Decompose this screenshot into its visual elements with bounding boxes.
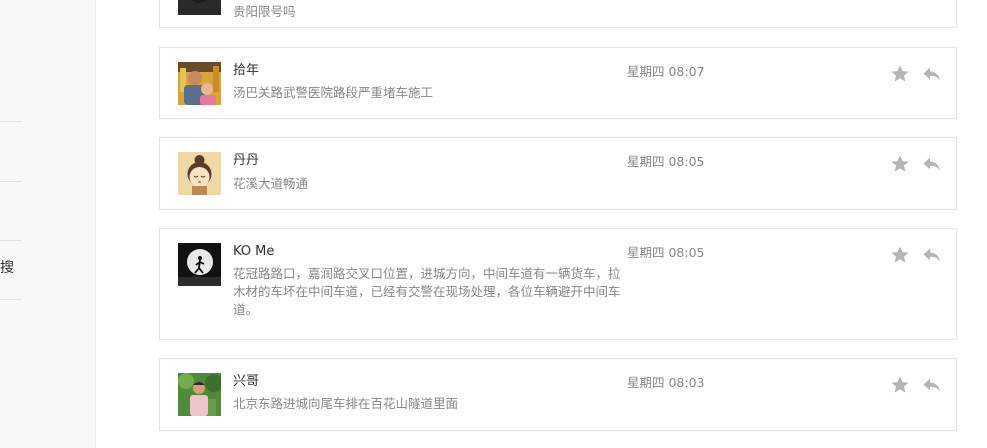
sidebar-divider [0,299,22,300]
message-time: 星期四 08:03 [627,375,705,390]
reply-icon[interactable] [922,375,942,395]
reply-icon[interactable] [922,64,942,84]
avatar[interactable] [178,0,221,15]
star-icon[interactable] [890,154,910,174]
reply-icon[interactable] [922,245,942,265]
sidebar-item-search[interactable]: 搜 [0,258,14,278]
avatar[interactable] [178,243,221,286]
sidebar-divider [0,121,22,122]
message-text: 花溪大道畅通 [233,176,309,191]
message-text: 北京东路进城向尾车排在百花山隧道里面 [233,396,459,411]
message-card: KO Me 花冠路路口，嘉润路交叉口位置，进城方向，中间车道有一辆货车，拉木材的… [159,228,957,340]
star-icon[interactable] [890,375,910,395]
message-text: 贵阳限号吗 [233,4,296,19]
sender-name[interactable]: 丹丹 [233,152,259,170]
message-time: 星期四 08:05 [627,245,705,260]
message-text: 花冠路路口，嘉润路交叉口位置，进城方向，中间车道有一辆货车，拉木材的车坏在中间车… [233,266,621,317]
avatar[interactable] [178,373,221,416]
message-card: 贵阳限号吗 [159,0,957,28]
message-time: 星期四 08:05 [627,154,705,169]
star-icon[interactable] [890,64,910,84]
message-card: 拾年 汤巴关路武警医院路段严重堵车施工 星期四 08:07 [159,47,957,119]
sidebar: 搜 [0,0,96,448]
sender-name[interactable]: KO Me [233,243,274,261]
star-icon[interactable] [890,245,910,265]
avatar[interactable] [178,62,221,105]
sidebar-divider [0,240,22,241]
sender-name[interactable]: 兴哥 [233,373,259,391]
message-card: 丹丹 花溪大道畅通 星期四 08:05 [159,137,957,210]
message-time: 星期四 08:07 [627,64,705,79]
sender-name[interactable]: 拾年 [233,62,259,80]
message-card: 兴哥 北京东路进城向尾车排在百花山隧道里面 星期四 08:03 [159,358,957,431]
avatar[interactable] [178,152,221,195]
message-text: 汤巴关路武警医院路段严重堵车施工 [233,85,434,100]
sidebar-divider [0,181,22,182]
reply-icon[interactable] [922,154,942,174]
